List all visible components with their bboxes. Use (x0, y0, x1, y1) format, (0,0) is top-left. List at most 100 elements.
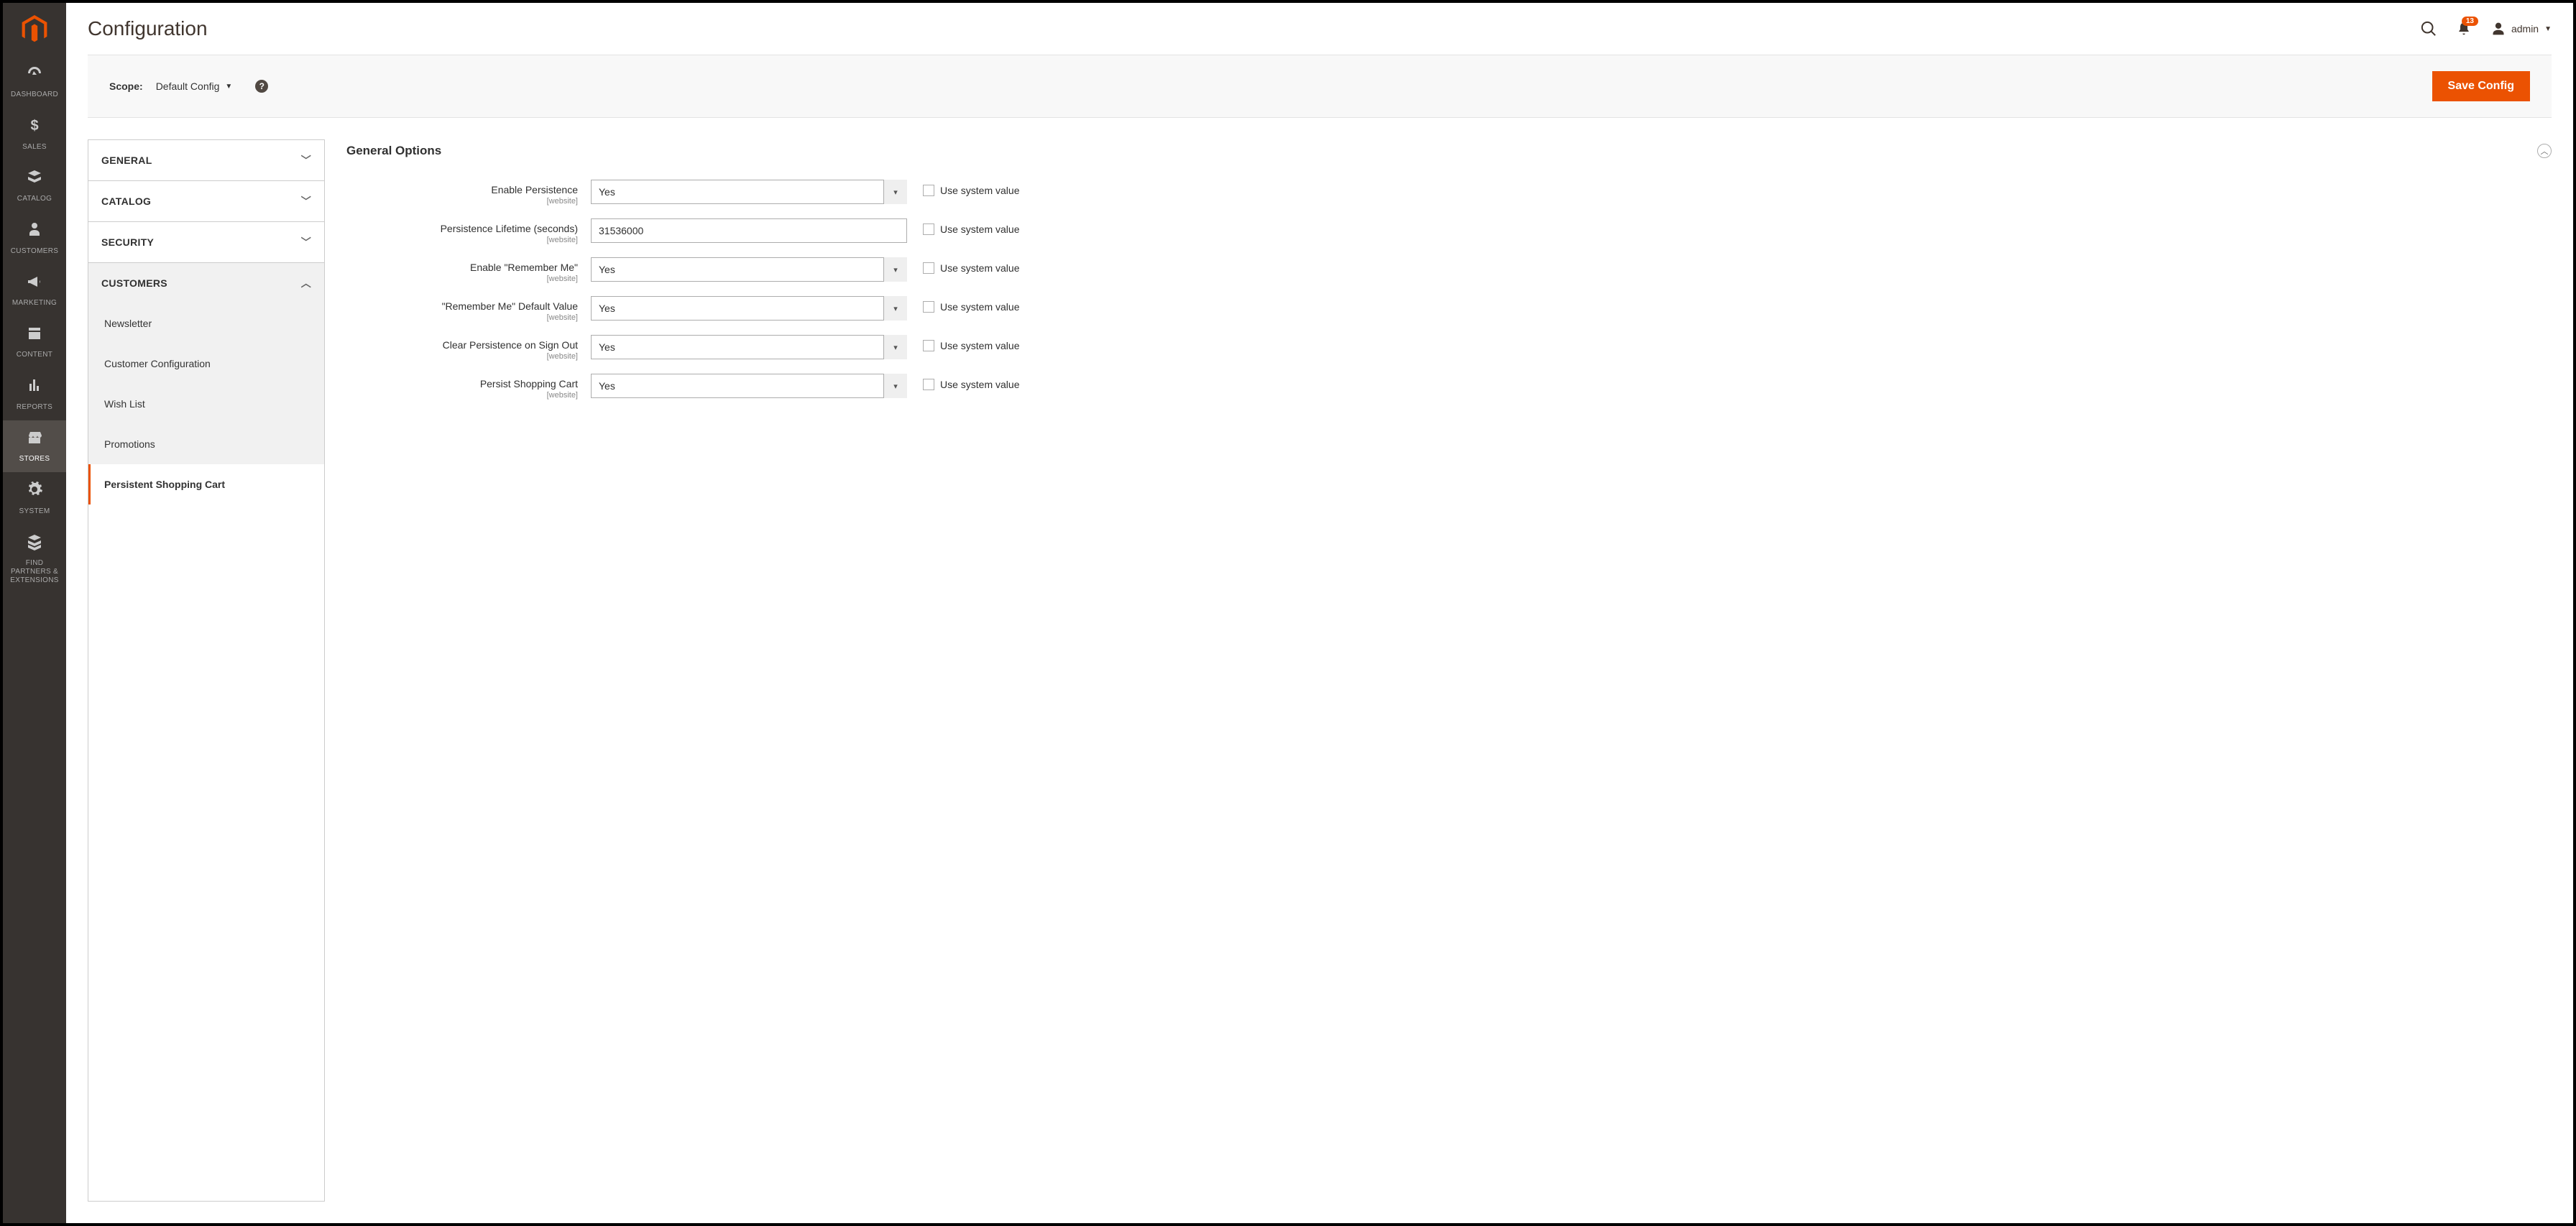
use-system-checkbox[interactable] (923, 379, 934, 390)
field-select[interactable]: Yes (591, 296, 907, 321)
use-system-value: Use system value (923, 218, 1019, 235)
config-section-label: CATALOG (101, 195, 151, 207)
nav-item-dashboard[interactable]: DASHBOARD (3, 56, 66, 108)
section-title: General Options (346, 144, 441, 158)
field-control: Yes (591, 296, 907, 321)
nav-label: CATALOG (17, 195, 52, 203)
caret-down-icon: ▼ (2544, 25, 2552, 33)
use-system-checkbox[interactable] (923, 262, 934, 274)
nav-item-find-partners-extensions[interactable]: FIND PARTNERS & EXTENSIONS (3, 525, 66, 594)
magento-logo[interactable] (3, 3, 66, 56)
field-label-text: Enable "Remember Me" (470, 262, 578, 273)
use-system-label[interactable]: Use system value (940, 340, 1019, 351)
field-control: Yes (591, 374, 907, 398)
field-select[interactable]: Yes (591, 374, 907, 398)
config-item[interactable]: Persistent Shopping Cart (88, 464, 324, 504)
field-select[interactable]: Yes (591, 335, 907, 359)
field-input[interactable] (591, 218, 907, 243)
field-label-text: "Remember Me" Default Value (442, 300, 578, 312)
use-system-label[interactable]: Use system value (940, 379, 1019, 390)
main-content: Configuration 13 admin ▼ Scope: (66, 3, 2573, 1223)
nav-item-catalog[interactable]: CATALOG (3, 160, 66, 212)
nav-item-stores[interactable]: STORES (3, 420, 66, 472)
partners-icon (26, 533, 43, 555)
header-actions: 13 admin ▼ (2421, 21, 2552, 37)
collapse-button[interactable]: ︿ (2537, 144, 2552, 158)
content: GENERAL﹀CATALOG﹀SECURITY﹀CUSTOMERS︿Newsl… (66, 118, 2573, 1223)
nav-label: STORES (19, 455, 50, 464)
field-row: Clear Persistence on Sign Out[website]Ye… (346, 335, 2552, 361)
scope-label: Scope: (109, 80, 143, 92)
config-section-security: SECURITY﹀ (88, 222, 324, 263)
user-icon (2491, 22, 2506, 36)
help-icon[interactable]: ? (255, 80, 268, 93)
config-section-header[interactable]: CATALOG ﹀ (88, 181, 324, 221)
config-section-header[interactable]: SECURITY﹀ (88, 222, 324, 262)
chevron-down-icon: ﹀ (301, 194, 311, 208)
nav-item-marketing[interactable]: MARKETING (3, 264, 66, 316)
field-select[interactable]: Yes (591, 180, 907, 204)
use-system-label[interactable]: Use system value (940, 185, 1019, 196)
field-label: Enable Persistence[website] (346, 180, 591, 206)
use-system-label[interactable]: Use system value (940, 262, 1019, 274)
chevron-down-icon: ﹀ (301, 153, 311, 167)
use-system-value: Use system value (923, 374, 1019, 390)
nav-item-system[interactable]: SYSTEM (3, 472, 66, 524)
field-label-text: Persistence Lifetime (seconds) (441, 223, 578, 234)
scope-select[interactable]: Default Config ▼ (156, 80, 233, 92)
search-button[interactable] (2421, 21, 2437, 37)
field-label-text: Persist Shopping Cart (480, 378, 578, 390)
field-label: Persistence Lifetime (seconds)[website] (346, 218, 591, 244)
magento-logo-icon (22, 15, 47, 44)
use-system-label[interactable]: Use system value (940, 223, 1019, 235)
field-row: "Remember Me" Default Value[website]Yes U… (346, 296, 2552, 322)
config-section-header[interactable]: GENERAL ﹀ (88, 140, 324, 180)
field-label-text: Enable Persistence (491, 184, 578, 195)
config-nav: GENERAL﹀CATALOG﹀SECURITY﹀CUSTOMERS︿Newsl… (88, 139, 325, 1202)
save-config-button[interactable]: Save Config (2432, 71, 2530, 101)
field-scope-note: [website] (346, 352, 578, 361)
field-row: Enable Persistence[website]Yes Use system… (346, 180, 2552, 206)
content-icon (26, 325, 43, 346)
use-system-checkbox[interactable] (923, 340, 934, 351)
config-section-header[interactable]: CUSTOMERS︿ (88, 263, 324, 303)
scope-bar: Scope: Default Config ▼ ? Save Config (88, 55, 2552, 118)
field-scope-note: [website] (346, 275, 578, 283)
use-system-checkbox[interactable] (923, 301, 934, 313)
use-system-value: Use system value (923, 180, 1019, 196)
person-icon (26, 221, 43, 242)
use-system-checkbox[interactable] (923, 185, 934, 196)
reports-icon (26, 377, 43, 398)
chevron-down-icon: ﹀ (301, 235, 311, 249)
config-section-label: GENERAL (101, 155, 152, 166)
use-system-label[interactable]: Use system value (940, 301, 1019, 313)
use-system-value: Use system value (923, 257, 1019, 274)
chevron-up-icon: ︿ (2541, 145, 2549, 157)
nav-item-reports[interactable]: REPORTS (3, 368, 66, 420)
nav-item-customers[interactable]: CUSTOMERS (3, 212, 66, 264)
section-head[interactable]: General Options ︿ (346, 139, 2552, 180)
field-label: "Remember Me" Default Value[website] (346, 296, 591, 322)
config-item[interactable]: Newsletter (88, 303, 324, 344)
use-system-checkbox[interactable] (923, 223, 934, 235)
nav-item-sales[interactable]: $SALES (3, 108, 66, 160)
field-label-text: Clear Persistence on Sign Out (443, 339, 578, 351)
chevron-up-icon: ︿ (301, 276, 311, 290)
config-item[interactable]: Promotions (88, 424, 324, 464)
notifications-button[interactable]: 13 (2457, 21, 2471, 37)
field-label: Clear Persistence on Sign Out[website] (346, 335, 591, 361)
config-item[interactable]: Customer Configuration (88, 344, 324, 384)
config-item[interactable]: Wish List (88, 384, 324, 424)
bullhorn-icon (26, 273, 43, 295)
nav-item-content[interactable]: CONTENT (3, 316, 66, 368)
nav-label: MARKETING (12, 299, 57, 308)
field-select[interactable]: Yes (591, 257, 907, 282)
field-label: Persist Shopping Cart[website] (346, 374, 591, 400)
dollar-icon: $ (26, 116, 43, 138)
field-control: Yes (591, 180, 907, 204)
gear-icon (26, 481, 43, 502)
config-items: NewsletterCustomer ConfigurationWish Lis… (88, 303, 324, 504)
catalog-icon (26, 169, 43, 190)
config-section-catalog: CATALOG ﹀ (88, 181, 324, 222)
user-menu[interactable]: admin ▼ (2491, 22, 2552, 36)
